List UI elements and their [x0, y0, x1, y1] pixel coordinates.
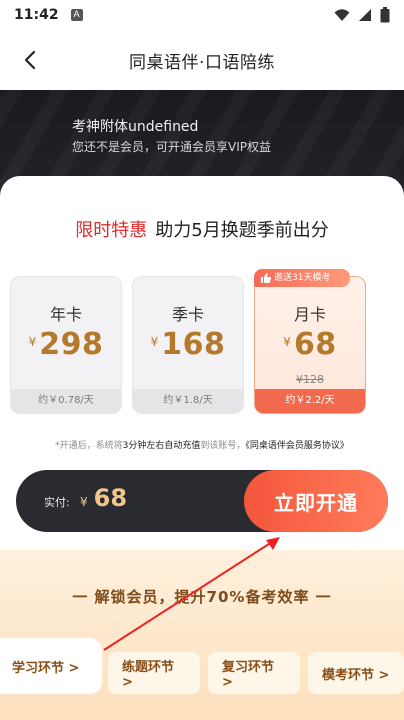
plan-price: ¥168 — [150, 327, 226, 362]
service-agreement-link[interactable]: 《同桌语伴会员服务协议》 — [245, 441, 349, 451]
plan-card-year[interactable]: 年卡 ¥298 约￥0.78/天 — [10, 276, 122, 414]
plan-price: ¥298 — [28, 327, 104, 362]
wifi-icon — [334, 9, 350, 21]
tab-review[interactable]: 复习环节 > — [208, 652, 300, 694]
plan-badge: 邀送31天模考 — [254, 269, 350, 287]
thumbs-up-icon — [261, 273, 272, 283]
promo-headline: 限时特惠 助力5月换题季前出分 — [0, 216, 404, 242]
agreement-note: *开通后，系统将3分钟左右自动充值到该账号，《同桌语伴会员服务协议》 — [55, 441, 349, 451]
benefits-title: 一 解锁会员，提升70%备考效率 一 — [72, 588, 332, 606]
plan-card-season[interactable]: 季卡 ¥168 约￥1.8/天 — [132, 276, 244, 414]
plan-original-price: ¥128 — [296, 373, 324, 386]
pay-label: 实付: — [44, 496, 70, 509]
benefits-section: 一 解锁会员，提升70%备考效率 一 学习环节 > 练题环节 > 复习环节 > … — [0, 550, 404, 720]
purchase-panel: 限时特惠 助力5月换题季前出分 年卡 ¥298 约￥0.78/天 季卡 ¥168 … — [0, 176, 404, 720]
promo-highlight: 限时特惠 — [75, 220, 148, 241]
nav-bar: 同桌语伴·口语陪练 — [0, 30, 404, 90]
plan-per-day: 约￥2.2/天 — [255, 389, 365, 413]
page-title: 同桌语伴·口语陪练 — [129, 52, 275, 73]
tab-mock-exam[interactable]: 模考环节 > — [308, 652, 404, 694]
open-membership-button[interactable]: 立即开通 — [244, 470, 388, 532]
plan-price: ¥68 — [283, 327, 337, 362]
tab-practice[interactable]: 练题环节 > — [108, 652, 200, 694]
benefit-tabs: 学习环节 > 练题环节 > 复习环节 > 模考环节 > — [0, 638, 404, 706]
tab-study[interactable]: 学习环节 > — [0, 638, 102, 694]
pay-bar: 实付: ¥68 立即开通 — [16, 470, 388, 532]
plan-list: 年卡 ¥298 约￥0.78/天 季卡 ¥168 约￥1.8/天 邀送31天模考… — [10, 269, 394, 416]
back-button[interactable] — [14, 44, 46, 76]
notification-a-icon: A — [70, 9, 83, 21]
pay-amount: ¥68 — [80, 484, 128, 512]
plan-name: 月卡 — [293, 305, 326, 324]
status-icons — [334, 7, 390, 23]
signal-icon — [359, 9, 371, 21]
plan-per-day: 约￥0.78/天 — [11, 389, 121, 413]
status-bar: 11:42 A — [0, 0, 404, 30]
status-time: 11:42 — [14, 7, 59, 23]
promo-text: 助力5月换题季前出分 — [155, 220, 329, 241]
user-name: 考神附体undefined — [72, 119, 199, 135]
plan-name: 年卡 — [49, 305, 82, 324]
plan-card-month-selected[interactable]: 邀送31天模考 月卡 ¥68 ¥128 约￥2.2/天 — [254, 269, 366, 414]
chevron-left-icon — [24, 50, 36, 70]
battery-icon — [380, 7, 390, 23]
membership-status: 您还不是会员，可开通会员享VIP权益 — [72, 140, 271, 154]
plan-name: 季卡 — [171, 305, 204, 324]
plan-per-day: 约￥1.8/天 — [133, 389, 243, 413]
